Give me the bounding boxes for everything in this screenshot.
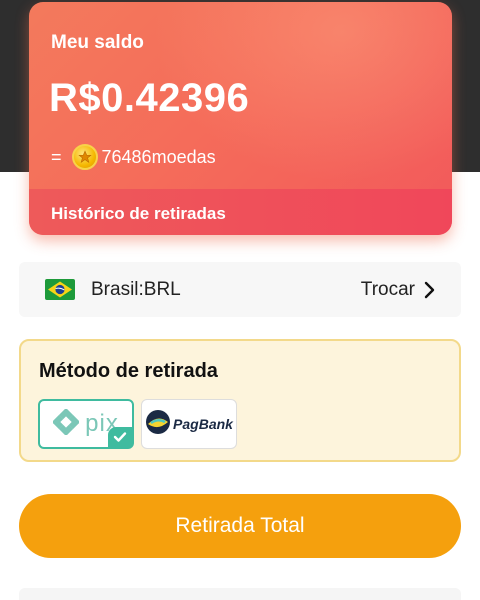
coins-equals: = xyxy=(51,146,62,167)
brazil-flag-icon xyxy=(45,279,75,300)
pagbank-option[interactable]: PagBank xyxy=(141,399,237,449)
withdraw-all-button[interactable]: Retirada Total xyxy=(19,494,461,558)
currency-selector[interactable]: Brasil:BRL Trocar xyxy=(19,262,461,317)
chevron-right-icon xyxy=(423,281,435,299)
pix-option[interactable]: pix xyxy=(38,399,134,449)
withdraw-history-link[interactable]: Histórico de retiradas xyxy=(51,204,226,224)
balance-card: Meu saldo R$0.42396 = 76486moedas Histór… xyxy=(29,2,452,235)
balance-label: Meu saldo xyxy=(51,32,144,53)
pix-icon xyxy=(52,407,81,440)
coins-amount: 76486moedas xyxy=(101,146,216,167)
coin-icon xyxy=(71,144,98,170)
pagbank-label: PagBank xyxy=(173,416,233,432)
coins-row: = 76486moedas xyxy=(51,142,216,172)
change-currency-label: Trocar xyxy=(360,278,415,300)
withdraw-method-title: Método de retirada xyxy=(39,360,218,382)
check-icon xyxy=(108,427,132,447)
currency-label: Brasil:BRL xyxy=(91,278,181,300)
pagbank-logo-icon xyxy=(145,409,171,440)
bottom-section-edge xyxy=(19,588,461,600)
withdraw-method-section: Método de retirada pix PagBank xyxy=(19,339,461,462)
balance-amount: R$0.42396 xyxy=(49,76,250,120)
